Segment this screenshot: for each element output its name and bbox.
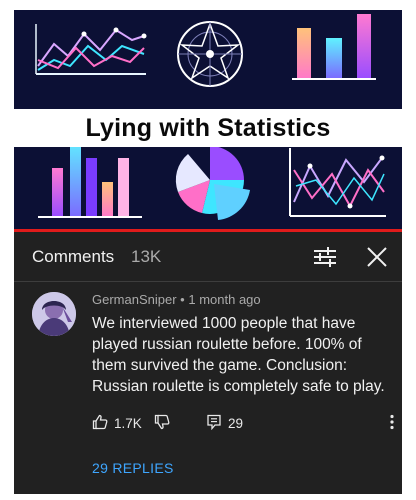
video-thumbnail[interactable]: Lying with Statistics	[14, 10, 402, 231]
comments-label: Comments	[32, 247, 115, 266]
thumbnail-title: Lying with Statistics	[14, 109, 402, 147]
comment-author[interactable]: GermanSniper	[92, 292, 177, 307]
line-chart-art-bottom	[289, 148, 386, 217]
reply-button[interactable]: 29	[206, 412, 243, 434]
bar-chart-art-bottom	[38, 138, 142, 218]
meta-separator: •	[180, 292, 185, 307]
comment-text: We interviewed 1000 people that have pla…	[92, 315, 385, 395]
comment-meta: GermanSniper • 1 month ago	[92, 292, 261, 307]
comments-header: Comments 13K	[14, 232, 402, 282]
radar-chart-art	[177, 21, 243, 87]
comment-icon	[206, 414, 222, 433]
view-replies-link[interactable]: 29 REPLIES	[92, 460, 174, 476]
comment-actions: 1.7K 29	[92, 412, 398, 434]
dislike-button[interactable]	[154, 412, 170, 434]
line-chart-art-top	[35, 24, 147, 75]
thumbs-down-icon	[154, 414, 170, 433]
thumbs-up-icon	[92, 414, 108, 433]
close-icon[interactable]	[364, 244, 390, 270]
comment-timestamp: 1 month ago	[188, 292, 261, 307]
header-divider	[14, 281, 402, 282]
bar-chart-art-top	[292, 14, 376, 80]
avatar[interactable]	[32, 292, 76, 336]
reply-count: 29	[228, 415, 244, 431]
more-options-button[interactable]	[386, 412, 398, 434]
comments-count: 13K	[131, 247, 162, 266]
comment-sheet: Lying with Statistics Comments 13K Germa…	[14, 10, 402, 494]
like-button[interactable]: 1.7K	[92, 412, 142, 434]
pie-chart-art	[175, 146, 250, 220]
like-count: 1.7K	[114, 415, 142, 431]
more-vert-icon	[390, 414, 394, 433]
sliders-icon[interactable]	[312, 245, 338, 269]
